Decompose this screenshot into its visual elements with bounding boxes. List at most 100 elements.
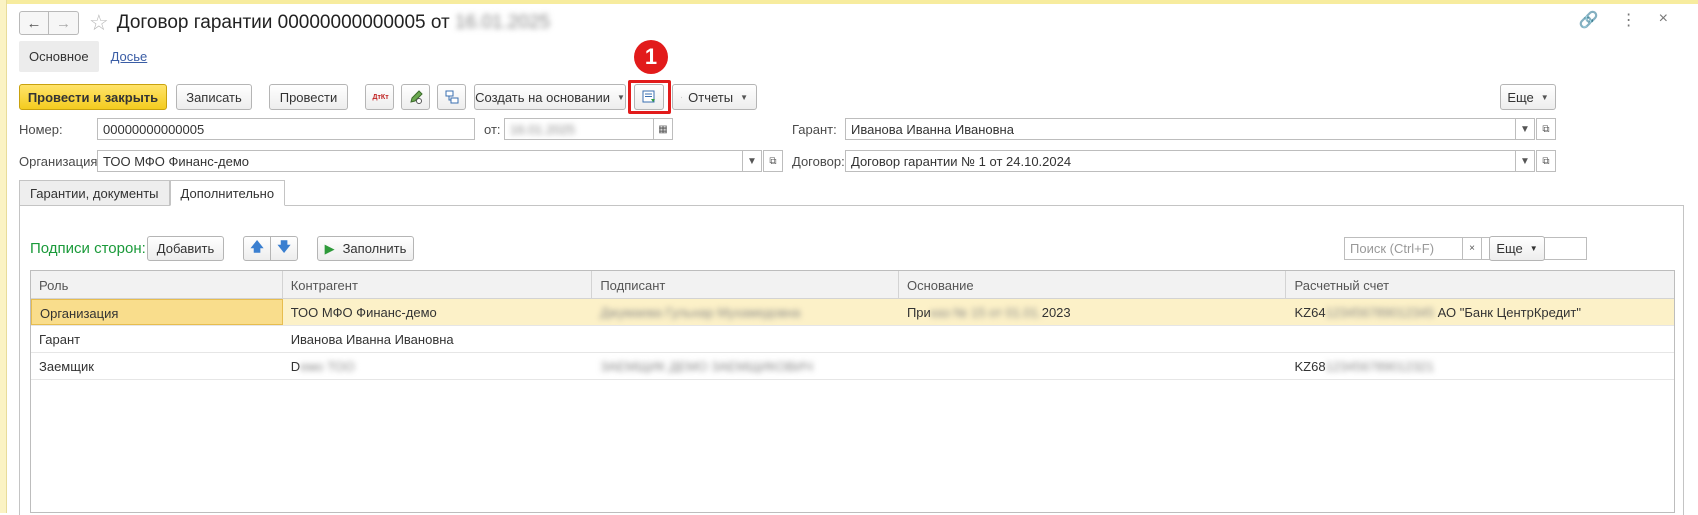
cell-account-end: АО "Банк ЦентрКредит": [1438, 305, 1581, 320]
clear-icon: ×: [1469, 243, 1475, 254]
cell-account-start: KZ68: [1294, 359, 1325, 374]
arrow-up-icon: 🡅: [250, 238, 263, 260]
chevron-down-icon: ▼: [1530, 244, 1538, 253]
create-based-on-button[interactable]: Создать на основании ▼: [474, 84, 626, 110]
tab-guarantees-documents[interactable]: Гарантии, документы: [19, 180, 170, 206]
cell-account-blurred: 123456789012321: [1326, 359, 1434, 374]
tab-additional[interactable]: Дополнительно: [170, 180, 286, 206]
signers-more-button[interactable]: Еще ▼: [1489, 236, 1545, 261]
cell-basis[interactable]: [899, 326, 1287, 352]
chevron-down-icon: ▼: [747, 156, 757, 167]
more-vertical-icon[interactable]: ⋮: [1621, 10, 1637, 30]
window-top-strip: [0, 0, 1698, 4]
close-icon[interactable]: ×: [1659, 10, 1668, 30]
signers-title: Подписи сторон:: [30, 240, 146, 257]
page-title-date: 16.01.2025: [455, 12, 550, 34]
save-button[interactable]: Записать: [176, 84, 252, 110]
organization-dropdown-button[interactable]: ▼: [742, 150, 762, 172]
more-button[interactable]: Еще ▼: [1500, 84, 1556, 110]
date-value: 16.01.2025: [510, 122, 575, 137]
cell-account[interactable]: KZ64123456789012345 АО "Банк ЦентрКредит…: [1286, 299, 1674, 325]
table-row[interactable]: Организация ТОО МФО Финанс-демо Джумаева…: [31, 299, 1674, 326]
dt-kt-button[interactable]: ДтКт: [365, 84, 394, 110]
cell-counterparty-blurred: емо ТОО: [300, 359, 355, 374]
reports-button[interactable]: Отчеты ▼: [672, 84, 757, 110]
document-structure-icon: [444, 89, 460, 105]
move-down-button[interactable]: 🡇: [270, 236, 298, 261]
table-header: Роль Контрагент Подписант Основание Расч…: [31, 271, 1674, 299]
column-header-account[interactable]: Расчетный счет: [1286, 271, 1674, 298]
cell-counterparty[interactable]: ТОО МФО Финанс-демо: [283, 299, 593, 325]
table-row[interactable]: Гарант Иванова Иванна Ивановна: [31, 326, 1674, 353]
guarantor-open-button[interactable]: ⧉: [1536, 118, 1556, 140]
structure-button[interactable]: [437, 84, 466, 110]
cell-role[interactable]: Гарант: [31, 326, 283, 352]
fill-label: Заполнить: [343, 241, 407, 256]
organization-open-button[interactable]: ⧉: [763, 150, 783, 172]
cell-signer-value: Джумаева Гульнар Мухамедовна: [600, 305, 800, 320]
cell-signer[interactable]: Джумаева Гульнар Мухамедовна: [592, 299, 899, 325]
arrow-down-icon: 🡇: [277, 238, 290, 260]
chevron-down-icon: ▼: [1520, 124, 1530, 135]
calendar-button[interactable]: ▦: [653, 118, 673, 140]
chevron-down-icon: ▼: [1520, 156, 1530, 167]
open-in-new-icon: ⧉: [769, 156, 776, 167]
guarantor-field[interactable]: Иванова Иванна Ивановна: [845, 118, 1516, 140]
callout-highlight: [628, 80, 671, 114]
cell-basis[interactable]: Приказ № 15 от 01.01.2023: [899, 299, 1287, 325]
title-bar: ← → ☆ Договор гарантии 00000000000005 от…: [19, 8, 550, 38]
pencil-icon: [408, 89, 424, 105]
favorite-star-icon[interactable]: ☆: [89, 10, 109, 36]
window-controls: 🔗 ⋮ ×: [1579, 10, 1668, 30]
cell-basis-start: При: [907, 305, 931, 320]
add-signer-button[interactable]: Добавить: [147, 236, 224, 261]
play-icon: ▶: [325, 241, 335, 257]
open-in-new-icon: ⧉: [1542, 156, 1549, 167]
cell-role[interactable]: Организация: [31, 299, 283, 325]
post-and-close-button[interactable]: Провести и закрыть: [19, 84, 167, 110]
cell-basis-end: 2023: [1042, 305, 1071, 320]
section-main[interactable]: Основное: [19, 41, 99, 72]
cell-signer[interactable]: ЗАЕМЩИК ДЕМО ЗАЕМЩИКОВИЧ: [592, 353, 899, 379]
cell-account[interactable]: KZ68123456789012321: [1286, 353, 1674, 379]
table-row[interactable]: Заемщик Dемо ТОО ЗАЕМЩИК ДЕМО ЗАЕМЩИКОВИ…: [31, 353, 1674, 380]
search-clear-button[interactable]: ×: [1462, 237, 1482, 260]
dt-kt-icon: ДтКт: [373, 94, 387, 101]
cell-counterparty[interactable]: Dемо ТОО: [283, 353, 593, 379]
contract-label: Договор:: [792, 154, 845, 169]
organization-label: Организация:: [19, 154, 101, 169]
signers-more-label: Еще: [1496, 241, 1522, 256]
cell-basis[interactable]: [899, 353, 1287, 379]
cell-signer[interactable]: [592, 326, 899, 352]
contract-field[interactable]: Договор гарантии № 1 от 24.10.2024: [845, 150, 1516, 172]
cell-counterparty[interactable]: Иванова Иванна Ивановна: [283, 326, 593, 352]
contract-dropdown-button[interactable]: ▼: [1515, 150, 1535, 172]
post-button[interactable]: Провести: [269, 84, 348, 110]
date-field[interactable]: 16.01.2025: [504, 118, 654, 140]
cell-counterparty-start: D: [291, 359, 300, 374]
cell-account-blurred: 123456789012345: [1326, 305, 1434, 320]
back-button[interactable]: ←: [19, 11, 49, 35]
cell-account[interactable]: [1286, 326, 1674, 352]
edit-pencil-button[interactable]: [401, 84, 430, 110]
cell-role[interactable]: Заемщик: [31, 353, 283, 379]
section-switcher: Основное Досье: [19, 41, 147, 72]
arrow-left-icon: ←: [27, 15, 42, 32]
column-header-counterparty[interactable]: Контрагент: [283, 271, 593, 298]
column-header-signer[interactable]: Подписант: [592, 271, 899, 298]
guarantor-label: Гарант:: [792, 122, 837, 137]
guarantor-dropdown-button[interactable]: ▼: [1515, 118, 1535, 140]
move-up-button[interactable]: 🡅: [243, 236, 271, 261]
reports-label: Отчеты: [688, 90, 733, 105]
signers-table: Роль Контрагент Подписант Основание Расч…: [30, 270, 1675, 513]
column-header-basis[interactable]: Основание: [899, 271, 1287, 298]
chevron-down-icon: ▼: [617, 93, 625, 102]
organization-field[interactable]: ТОО МФО Финанс-демо: [97, 150, 743, 172]
contract-open-button[interactable]: ⧉: [1536, 150, 1556, 172]
number-field[interactable]: 00000000000005: [97, 118, 475, 140]
column-header-role[interactable]: Роль: [31, 271, 283, 298]
fill-button[interactable]: ▶ Заполнить: [317, 236, 414, 261]
forward-button[interactable]: →: [49, 11, 79, 35]
link-icon[interactable]: 🔗: [1579, 10, 1599, 30]
section-dossier-link[interactable]: Досье: [111, 49, 148, 64]
